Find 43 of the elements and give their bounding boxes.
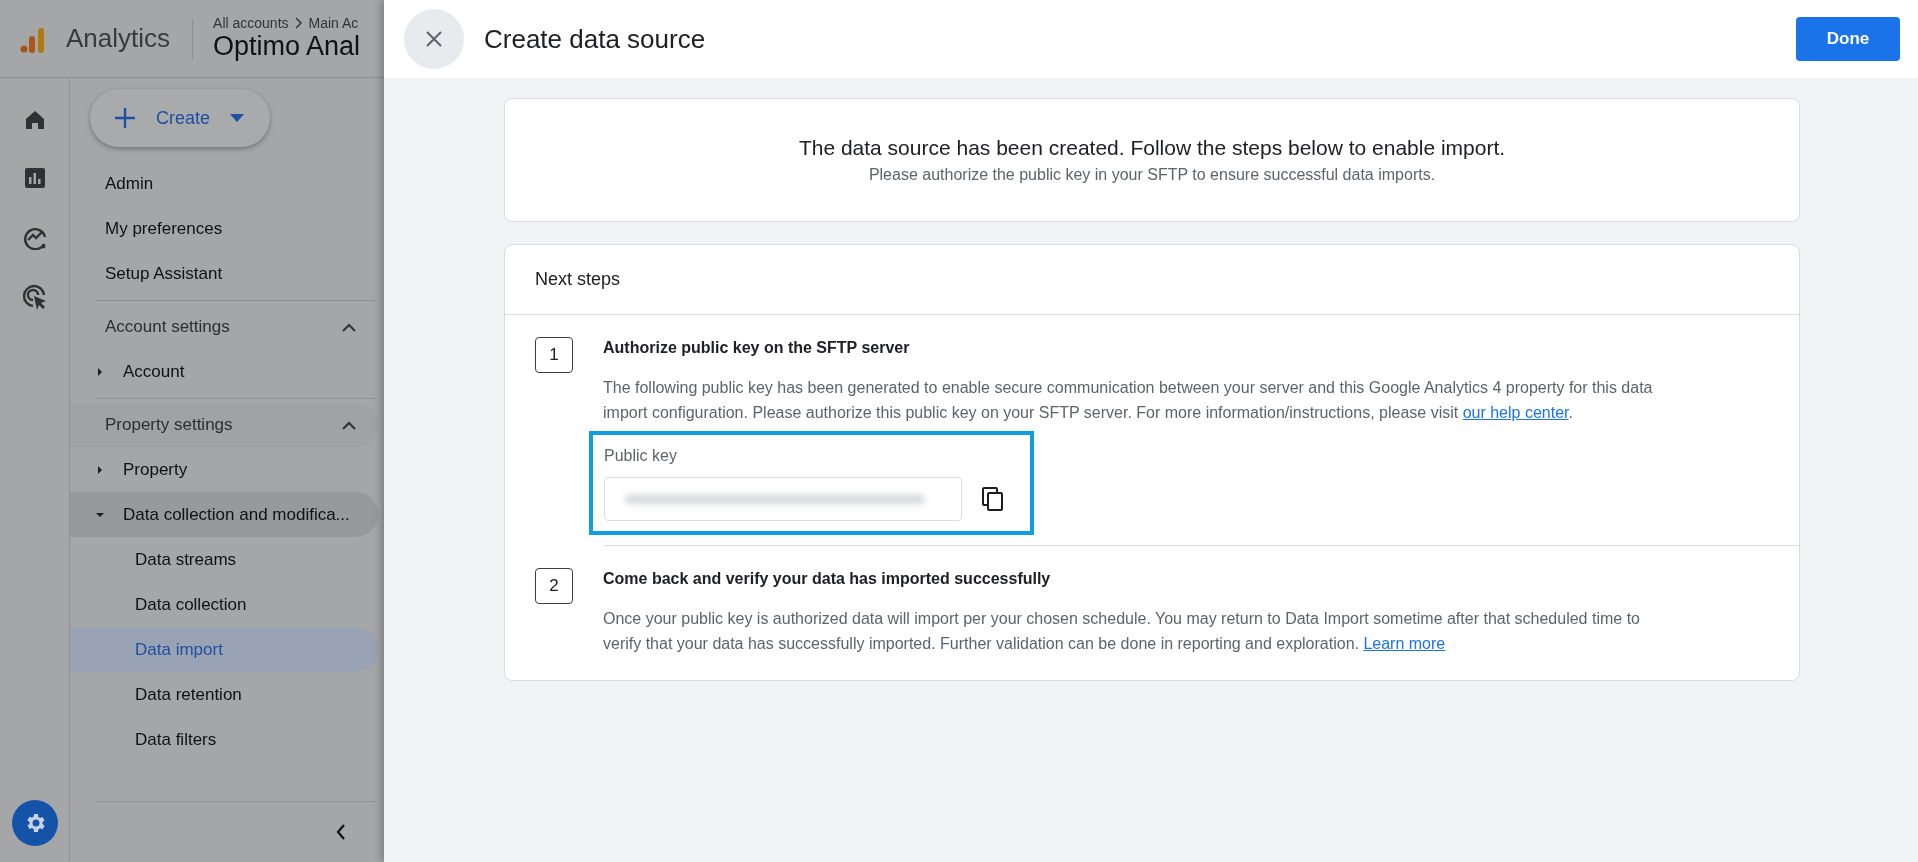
chevron-up-icon[interactable]	[342, 420, 356, 430]
step-title: Authorize public key on the SFTP server	[603, 339, 911, 357]
step-title: Come back and verify your data has imported successfully	[603, 570, 1052, 588]
public-key-field[interactable]	[604, 477, 962, 521]
done-button[interactable]: Done	[1796, 17, 1900, 61]
bar-chart-icon[interactable]	[22, 166, 47, 190]
nav-item[interactable]: Data streams	[70, 537, 378, 582]
copy-icon[interactable]	[982, 487, 1004, 511]
help-link[interactable]: Learn more	[1363, 635, 1446, 652]
dialog-title: Create data source	[484, 23, 706, 55]
nav-item[interactable]: My preferences	[80, 206, 384, 251]
summary-heading: The data source has been created. Follow the steps below to enable import.	[798, 136, 1506, 160]
step-description: The following public key has been generated to enable secure communication between your server and this Google Analytics 4 property for this data import configuration. Please authorize this public key on your SFTP server. For more information/instructions, please visit our help center.	[603, 378, 1654, 423]
nav-item[interactable]: Data filters	[70, 717, 378, 762]
field-label: Public key	[604, 447, 678, 465]
nav-item[interactable]: Setup Assistant	[80, 251, 384, 296]
nav-item[interactable]: Account	[123, 361, 185, 382]
caret-right-icon[interactable]	[95, 464, 105, 475]
breadcrumb-link[interactable]: Main Ac	[308, 15, 359, 31]
nav-item[interactable]: Data collection	[70, 582, 378, 627]
chevron-up-icon[interactable]	[342, 322, 356, 332]
breadcrumb-link[interactable]: All accounts	[213, 15, 289, 31]
caret-down-icon	[230, 114, 245, 122]
close-icon	[426, 31, 442, 47]
settings-button[interactable]	[11, 800, 58, 846]
step-description: Once your public key is authorized data will import per your chosen schedule. You may return to Data Import sometime after that scheduled time to verify that your data has successfully imported. Further validation can be done in reporting and exploration. Learn more	[603, 609, 1641, 654]
nav-item[interactable]: Property	[123, 459, 188, 480]
section-heading[interactable]: Property settings	[105, 415, 233, 435]
chevron-right-icon	[294, 17, 303, 29]
cursor-target-icon[interactable]	[21, 284, 48, 310]
caret-right-icon[interactable]	[95, 366, 105, 377]
step-number: 2	[535, 568, 573, 604]
nav-item[interactable]: Data retention	[70, 672, 378, 717]
plus-icon	[114, 107, 136, 129]
property-name[interactable]: Optimo Anal	[213, 31, 361, 62]
section-heading[interactable]: Account settings	[105, 317, 230, 337]
card-title: Next steps	[505, 245, 1799, 315]
nav-item[interactable]: Admin	[80, 161, 384, 206]
step-number: 1	[535, 337, 573, 373]
chevron-left-icon[interactable]	[336, 824, 346, 840]
summary-text: Please authorize the public key in your SFTP to ensure successful data imports.	[868, 166, 1436, 184]
help-link[interactable]: our help center	[1462, 404, 1569, 421]
product-name: Analytics	[66, 23, 171, 54]
